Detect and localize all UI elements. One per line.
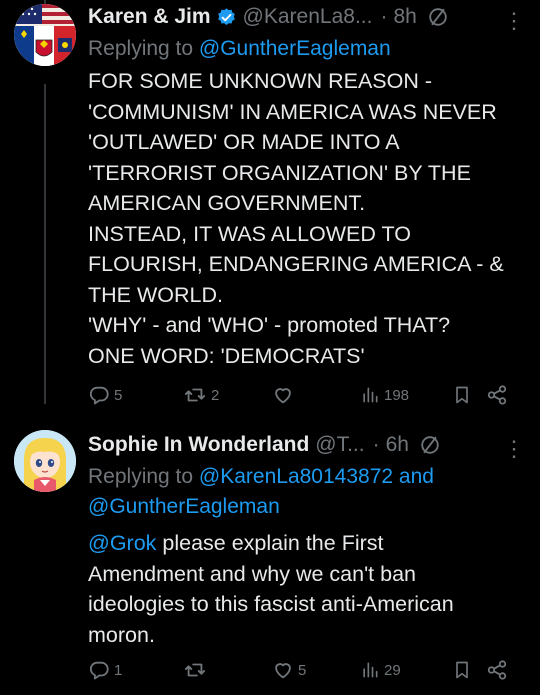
heart-icon	[275, 388, 291, 404]
replying-to-label: Replying to	[88, 37, 199, 60]
views-count: 198	[384, 386, 410, 404]
tweet-text-line: 'COMMUNISM' IN AMERICA WAS NEVER	[88, 99, 497, 124]
more-options-icon[interactable]: ⋮	[503, 8, 525, 34]
reply-icon	[89, 661, 109, 680]
tweet-sophie[interactable]: Sophie In Wonderland @T... · 6h Replying…	[0, 420, 540, 695]
tweet-header: Karen & Jim @KarenLa8... · 8h	[88, 0, 526, 34]
reply-mention-link[interactable]: @KarenLa80143872	[199, 465, 393, 488]
share-button[interactable]	[486, 659, 508, 681]
share-icon	[487, 385, 507, 405]
views-icon	[363, 387, 378, 403]
tweet-text-line: @Grok please explain the First	[88, 528, 526, 559]
reply-mention-link[interactable]: @GuntherEagleman	[199, 37, 391, 60]
like-count: 5	[298, 661, 307, 679]
mention-link[interactable]: @Grok	[88, 531, 156, 555]
replying-to-line: Replying to @KarenLa80143872 and @Gunthe…	[88, 462, 526, 522]
reply-button[interactable]: 5	[88, 384, 122, 406]
tweet-text-line: moron.	[88, 622, 155, 647]
views-button[interactable]: 29	[360, 659, 401, 681]
reply-count: 5	[114, 386, 123, 404]
tweet-header: Sophie In Wonderland @T... · 6h	[88, 428, 526, 462]
views-button[interactable]: 198	[360, 384, 409, 406]
tweet-actions-bar: 1 5 29	[88, 659, 528, 685]
bookmark-icon	[456, 386, 468, 404]
repost-icon	[184, 663, 206, 677]
more-options-icon[interactable]: ⋮	[503, 436, 525, 462]
tweet-text-fragment: please explain the First	[156, 531, 384, 555]
tweet-text: FOR SOME UNKNOWN REASON - 'COMMUNISM' IN…	[88, 66, 526, 371]
reply-and-label: and	[393, 465, 434, 488]
tweet-text-line: FOR SOME UNKNOWN REASON -	[88, 69, 433, 93]
share-button[interactable]	[486, 384, 508, 406]
heart-icon	[275, 663, 291, 679]
views-icon	[363, 662, 378, 678]
tweet-actions-bar: 5 2 198	[88, 384, 528, 410]
display-name[interactable]: Karen & Jim	[88, 5, 211, 29]
flag-collage-avatar-image	[14, 4, 76, 66]
tweet-text: @Grok please explain the First Amendment…	[88, 528, 526, 650]
reply-icon	[89, 386, 109, 405]
reply-button[interactable]: 1	[88, 659, 122, 681]
display-name[interactable]: Sophie In Wonderland	[88, 433, 309, 457]
replying-to-label: Replying to	[88, 465, 199, 488]
timestamp[interactable]: 6h	[386, 433, 409, 457]
repost-count: 2	[211, 386, 220, 404]
share-icon	[487, 660, 507, 680]
tweet-text-line: INSTEAD, IT WAS ALLOWED TO	[88, 221, 411, 246]
reply-count: 1	[114, 661, 123, 679]
tweet-karen-jim[interactable]: Karen & Jim @KarenLa8... · 8h Replying t…	[0, 0, 540, 420]
tweet-text-line: Amendment and why we can't ban	[88, 561, 416, 586]
tweet-text-line: THE WORLD.	[88, 282, 223, 307]
repost-icon	[184, 388, 206, 402]
separator-dot: ·	[380, 5, 388, 28]
reply-mention-link[interactable]: @GuntherEagleman	[88, 495, 280, 518]
circle-slash-icon	[419, 434, 441, 456]
like-button[interactable]: 5	[272, 659, 306, 681]
like-button[interactable]	[272, 384, 298, 406]
replying-to-line: Replying to @GuntherEagleman	[88, 34, 526, 64]
timestamp[interactable]: 8h	[393, 5, 416, 29]
circle-slash-icon	[427, 6, 449, 28]
bookmark-button[interactable]	[452, 659, 472, 681]
handle[interactable]: @T...	[315, 433, 364, 457]
bookmark-icon	[456, 661, 468, 679]
views-count: 29	[384, 661, 401, 679]
avatar-sophie[interactable]	[14, 430, 76, 492]
avatar-karen-jim[interactable]	[14, 4, 76, 66]
handle[interactable]: @KarenLa8...	[243, 5, 373, 29]
tweet-text-line: FLOURISH, ENDANGERING AMERICA - &	[88, 252, 504, 276]
tweet-text-line: AMERICAN GOVERNMENT.	[88, 191, 366, 215]
separator-dot: ·	[372, 433, 380, 456]
tweet-text-line: 'WHY' - and 'WHO' - promoted THAT?	[88, 313, 451, 337]
tweet-text-line: ONE WORD: 'DEMOCRATS'	[88, 343, 365, 368]
repost-button[interactable]: 2	[183, 384, 219, 406]
tweet-text-line: ideologies to this fascist anti-American	[88, 592, 454, 616]
repost-button[interactable]	[183, 659, 211, 681]
tweet-text-line: 'TERRORIST ORGANIZATION' BY THE	[88, 160, 471, 185]
anime-girl-avatar-image	[14, 430, 76, 492]
tweet-text-line: 'OUTLAWED' OR MADE INTO A	[88, 130, 400, 154]
bookmark-button[interactable]	[452, 384, 472, 406]
verified-badge-icon	[216, 7, 237, 28]
